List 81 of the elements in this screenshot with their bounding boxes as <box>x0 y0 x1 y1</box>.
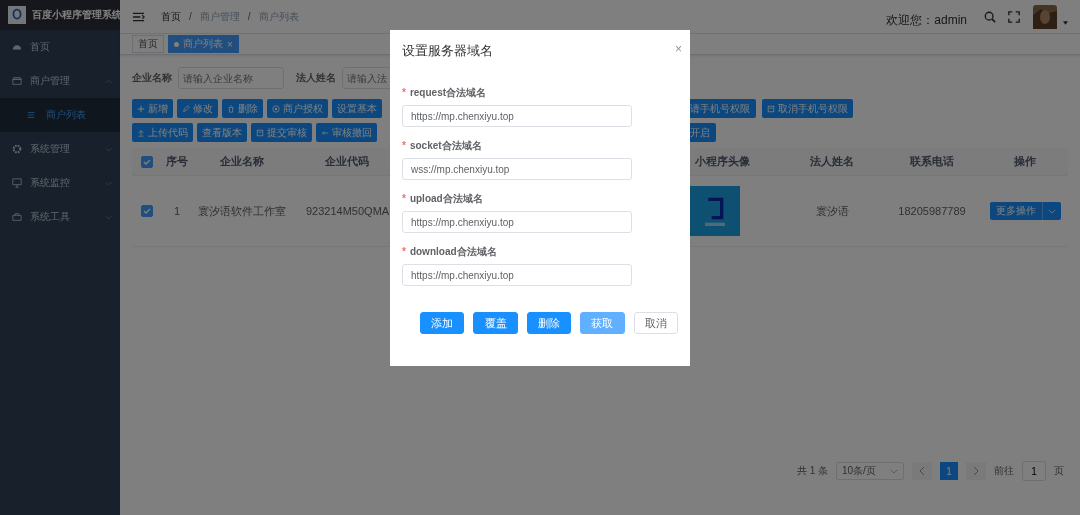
more-actions-button[interactable]: 更多操作 <box>989 202 1042 220</box>
eye-icon <box>272 104 280 113</box>
welcome-text: 欢迎您：admin <box>886 12 967 29</box>
field-label: 企业名称 <box>132 71 172 85</box>
field-label: * socket合法域名 <box>402 139 483 153</box>
fullscreen-icon[interactable] <box>1008 10 1020 23</box>
caret-icon[interactable] <box>1063 20 1068 25</box>
column-header: 小程序头像 <box>694 154 750 169</box>
column-header: 法人姓名 <box>810 154 854 169</box>
dialog-button[interactable]: 删除 <box>526 312 572 334</box>
search-icon[interactable] <box>984 10 996 23</box>
dialog-button[interactable]: 取消 <box>633 312 679 334</box>
breadcrumb-separator: / <box>247 11 251 22</box>
chevron-icon <box>1047 208 1056 214</box>
chevron-icon <box>890 468 898 474</box>
table-cell: 寰汐语 <box>815 203 849 219</box>
breadcrumb-item[interactable]: 首页 <box>161 9 181 24</box>
toolbar-button[interactable]: 删除 <box>222 99 263 118</box>
active-dot-icon <box>174 41 179 47</box>
column-header: 企业代码 <box>325 154 369 169</box>
toolbar-button[interactable]: 提交审核 <box>251 123 312 142</box>
field-label: * download合法域名 <box>402 245 498 259</box>
dialog-title: 设置服务器域名 <box>402 42 493 60</box>
toolbar-button[interactable]: 查看版本 <box>197 123 247 142</box>
page-unit: 页 <box>1054 464 1064 478</box>
toolbar-button[interactable]: 取消手机号权限 <box>762 99 853 118</box>
plus-icon <box>137 104 145 113</box>
select-all-checkbox[interactable] <box>141 155 153 168</box>
page-tab[interactable]: 商户列表 × <box>168 35 239 53</box>
gear-icon <box>12 144 22 154</box>
goto-label: 前往 <box>994 464 1014 478</box>
chevron-left-icon <box>919 466 925 476</box>
domain-input[interactable]: https://mp.chenxiyu.top <box>402 264 632 286</box>
row-checkbox[interactable] <box>141 205 153 217</box>
chevron-right-icon <box>973 466 979 476</box>
domain-input[interactable]: https://mp.chenxiyu.top <box>402 211 632 233</box>
document-icon <box>256 128 264 137</box>
logo-icon <box>8 6 26 24</box>
close-button[interactable]: × <box>671 42 686 56</box>
menu-item[interactable]: 首页 <box>0 30 120 64</box>
toolbox-icon <box>12 212 22 222</box>
toolbar-button[interactable]: 上传代码 <box>132 123 193 142</box>
dialog-button[interactable]: 添加 <box>420 312 465 334</box>
page-input[interactable]: 1 <box>1022 461 1046 481</box>
toolbar-button[interactable]: 审核撤回 <box>316 123 377 142</box>
submenu-item[interactable]: 商户列表 <box>0 98 120 132</box>
trash-icon <box>227 104 235 113</box>
list-icon <box>26 110 36 120</box>
field-label: 法人姓名 <box>296 71 336 85</box>
toolbar-button[interactable]: 商户授权 <box>267 99 328 118</box>
column-header: 序号 <box>166 154 188 169</box>
pencil-icon <box>182 104 190 113</box>
table-cell: 1 <box>173 205 181 217</box>
toolbar-button[interactable]: 设置基本 <box>332 99 382 118</box>
field-label: * request合法域名 <box>402 86 488 100</box>
domain-input[interactable]: wss://mp.chenxiyu.top <box>402 158 632 180</box>
total-count: 共 1 条 <box>796 464 828 478</box>
dashboard-icon <box>12 42 22 52</box>
table-cell: 18205987789 <box>898 205 966 217</box>
page-size-select[interactable]: 10条/页 <box>836 462 904 480</box>
back-arrow-icon <box>321 128 329 137</box>
shop-icon <box>12 76 22 86</box>
upload-icon <box>137 128 145 137</box>
page-tab[interactable]: 首页 <box>132 35 164 53</box>
search-field[interactable]: 请输入企业名称 <box>178 67 284 89</box>
toolbar-button[interactable]: 修改 <box>177 99 218 118</box>
column-header: 操作 <box>1014 154 1036 169</box>
table-cell: 923214M50QMA <box>306 205 390 217</box>
field-label: * upload合法域名 <box>402 192 484 206</box>
column-header: 联系电话 <box>910 154 954 169</box>
table-cell: 寰汐语软件工作室 <box>198 203 286 219</box>
menu-icon[interactable] <box>132 10 145 23</box>
column-header: 企业名称 <box>220 154 264 169</box>
monitor-icon <box>12 178 22 188</box>
domain-input[interactable]: https://mp.chenxiyu.top <box>402 105 632 127</box>
breadcrumb-separator: / <box>189 11 192 22</box>
toolbar-button[interactable]: 新增 <box>132 99 173 118</box>
page-number[interactable]: 1 <box>940 462 958 480</box>
close-tab-button[interactable]: × <box>227 38 233 50</box>
dialog-button[interactable]: 覆盖 <box>473 312 518 334</box>
document-icon <box>767 104 775 113</box>
